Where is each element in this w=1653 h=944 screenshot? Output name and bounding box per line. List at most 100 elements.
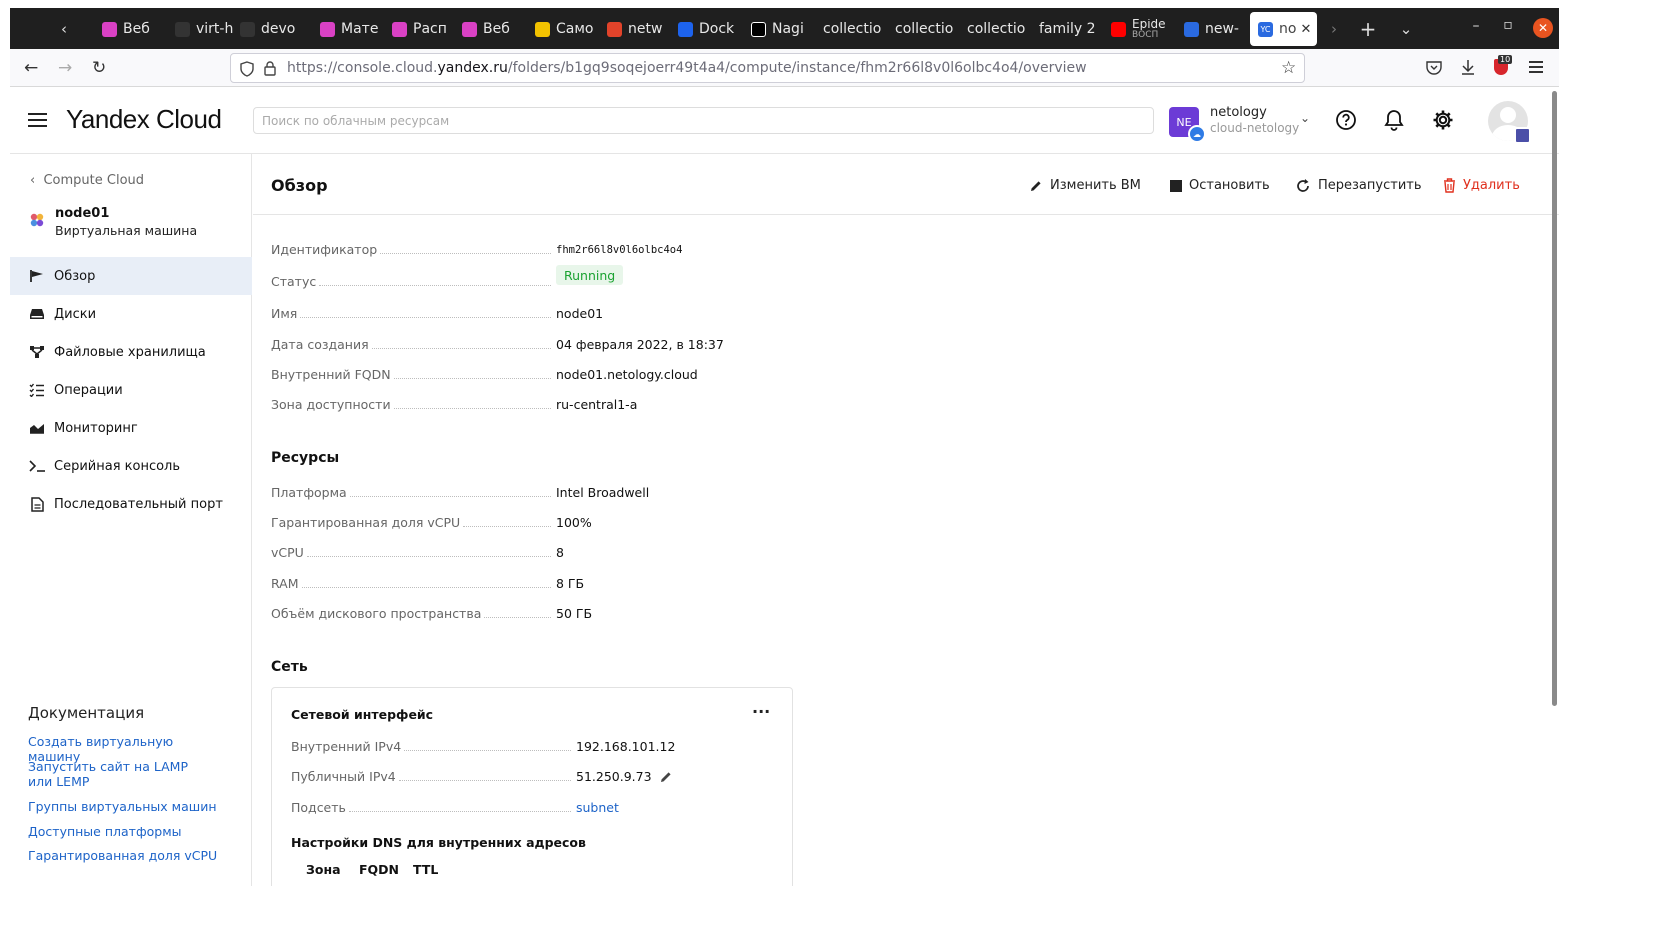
yandex-cloud-logo[interactable]: Yandex Cloud bbox=[66, 104, 222, 135]
field-created: Дата создания 04 февраля 2022, в 18:37 bbox=[271, 337, 771, 355]
field-fqdn: Внутренний FQDN node01.netology.cloud bbox=[271, 367, 771, 385]
briefcase-icon bbox=[1514, 127, 1531, 144]
tab-favicon-icon bbox=[392, 21, 407, 37]
tab-item[interactable]: Dock bbox=[678, 12, 742, 46]
maximize-window-icon[interactable]: ▫ bbox=[1498, 17, 1518, 33]
tab-favicon-icon bbox=[462, 21, 477, 37]
tab-item[interactable]: virt-h bbox=[175, 12, 233, 46]
subnet-link[interactable]: subnet bbox=[576, 800, 619, 815]
close-window-icon[interactable]: ✕ bbox=[1533, 18, 1553, 38]
bookmark-star-icon[interactable]: ☆ bbox=[1281, 58, 1296, 78]
hamburger-menu-icon[interactable] bbox=[28, 113, 47, 127]
field-value[interactable]: fhm2r66l8v0l6olbc4o4 bbox=[556, 244, 682, 256]
dns-column-zone: Зона bbox=[306, 862, 341, 877]
sidebar-item-serial-port[interactable]: Последовательный порт bbox=[10, 485, 252, 523]
sidebar-item-serial-console[interactable]: Серийная консоль bbox=[10, 447, 252, 485]
stop-button[interactable]: Остановить bbox=[1170, 178, 1270, 193]
pencil-icon[interactable] bbox=[660, 770, 673, 783]
sidebar-item-operations[interactable]: Операции bbox=[10, 371, 252, 409]
back-to-compute-cloud-link[interactable]: ‹ Compute Cloud bbox=[30, 173, 144, 188]
tab-item[interactable]: devo bbox=[240, 12, 306, 46]
sidebar-item-disks[interactable]: Диски bbox=[10, 295, 252, 333]
delete-button[interactable]: Удалить bbox=[1443, 178, 1520, 193]
sidebar-item-file-storages[interactable]: Файловые хранилища bbox=[10, 333, 252, 371]
doc-link[interactable]: Группы виртуальных машин bbox=[28, 799, 228, 814]
tab-item[interactable]: Веб bbox=[102, 12, 162, 46]
minimize-window-icon[interactable]: – bbox=[1466, 18, 1486, 34]
bell-icon[interactable] bbox=[1383, 109, 1405, 131]
tab-item[interactable]: collectio bbox=[823, 12, 887, 46]
addon-badge: 10 bbox=[1498, 55, 1513, 64]
new-tab-icon[interactable]: + bbox=[1358, 16, 1378, 42]
field-status: Статус bbox=[271, 274, 771, 292]
menu-icon[interactable] bbox=[1529, 61, 1543, 73]
tab-favicon-icon bbox=[751, 21, 766, 37]
reload-icon[interactable]: ↻ bbox=[92, 58, 106, 78]
lock-icon[interactable] bbox=[263, 60, 277, 76]
vm-type: Виртуальная машина bbox=[55, 223, 198, 238]
document-icon bbox=[28, 496, 46, 512]
field-label: Имя bbox=[271, 306, 301, 321]
tab-scroll-right-icon[interactable]: › bbox=[1324, 16, 1344, 42]
restart-label: Перезапустить bbox=[1318, 178, 1422, 193]
field-label: Платформа bbox=[271, 485, 350, 500]
sidebar-item-label: Серийная консоль bbox=[54, 458, 181, 474]
field-public-ipv4: Публичный IPv4 51.250.9.73 bbox=[291, 769, 771, 787]
more-options-icon[interactable]: ··· bbox=[752, 702, 770, 721]
field-value: 8 ГБ bbox=[556, 576, 585, 591]
list-tabs-chevron-icon[interactable]: ⌄ bbox=[1396, 16, 1416, 42]
page-scrollbar[interactable] bbox=[1551, 87, 1559, 707]
sidebar-item-overview[interactable]: Обзор bbox=[10, 257, 252, 295]
field-label: Подсеть bbox=[291, 800, 346, 815]
tab-item[interactable]: collectio bbox=[895, 12, 959, 46]
tab-label: Расп bbox=[413, 21, 447, 37]
field-value: 8 bbox=[556, 545, 564, 560]
tab-item[interactable]: Расп bbox=[392, 12, 452, 46]
tab-item[interactable]: Мате bbox=[320, 12, 382, 46]
search-input[interactable]: Поиск по облачным ресурсам bbox=[253, 107, 1154, 134]
tab-favicon-icon bbox=[1184, 21, 1199, 37]
dns-column-fqdn: FQDN bbox=[359, 862, 400, 877]
sidebar-item-monitoring[interactable]: Мониторинг bbox=[10, 409, 252, 447]
url-text: https://console.cloud.yandex.ru/folders/… bbox=[287, 60, 1087, 76]
shield-icon[interactable] bbox=[239, 61, 255, 77]
tab-item[interactable]: Nagi bbox=[751, 12, 813, 46]
close-tab-icon[interactable]: ✕ bbox=[1300, 22, 1311, 37]
tab-active[interactable]: YC no ✕ bbox=[1250, 12, 1317, 46]
main-content: Обзор Изменить ВМ Остановить Перезапусти… bbox=[253, 154, 1559, 886]
tab-favicon-icon bbox=[535, 21, 550, 37]
field-internal-ipv4: Внутренний IPv4 192.168.101.12 bbox=[291, 739, 771, 757]
tab-item[interactable]: Веб bbox=[462, 12, 522, 46]
field-value: 04 февраля 2022, в 18:37 bbox=[556, 337, 724, 352]
doc-link[interactable]: Доступные платформы bbox=[28, 824, 228, 839]
tab-item[interactable]: Epide ВОСП bbox=[1111, 12, 1175, 46]
back-arrow-icon[interactable]: ← bbox=[24, 58, 38, 78]
restart-button[interactable]: Перезапустить bbox=[1296, 178, 1422, 193]
tab-item[interactable]: Само bbox=[535, 12, 597, 46]
doc-link[interactable]: Запустить сайт на LAMP или LEMP bbox=[28, 759, 208, 789]
field-label: Гарантированная доля vCPU bbox=[271, 515, 464, 530]
edit-vm-button[interactable]: Изменить ВМ bbox=[1029, 178, 1141, 193]
chevron-down-icon[interactable]: ⌄ bbox=[1300, 111, 1310, 125]
tab-item[interactable]: family 2 bbox=[1039, 12, 1103, 46]
field-value: node01 bbox=[556, 306, 604, 321]
field-value: node01.netology.cloud bbox=[556, 367, 698, 382]
doc-link[interactable]: Гарантированная доля vCPU bbox=[28, 848, 228, 863]
gear-icon[interactable] bbox=[1432, 109, 1454, 131]
field-label: Статус bbox=[271, 274, 320, 289]
tab-label: new- bbox=[1205, 21, 1239, 37]
card-title: Сетевой интерфейс bbox=[291, 707, 434, 722]
help-icon[interactable] bbox=[1335, 109, 1357, 131]
tab-item[interactable]: netw bbox=[607, 12, 669, 46]
forward-arrow-icon[interactable]: → bbox=[58, 58, 72, 78]
tab-item[interactable]: collectio bbox=[967, 12, 1031, 46]
tab-item[interactable]: new- bbox=[1184, 12, 1242, 46]
account-name[interactable]: netology bbox=[1210, 105, 1267, 120]
pocket-icon[interactable] bbox=[1426, 61, 1442, 75]
downloads-icon[interactable] bbox=[1460, 59, 1476, 76]
tab-scroll-left-icon[interactable]: ‹ bbox=[54, 16, 74, 42]
field-value: 50 ГБ bbox=[556, 606, 593, 621]
monitoring-chart-icon bbox=[28, 421, 46, 435]
url-bar[interactable]: https://console.cloud.yandex.ru/folders/… bbox=[230, 53, 1305, 83]
account-cloud-name[interactable]: cloud-netology bbox=[1210, 121, 1299, 135]
